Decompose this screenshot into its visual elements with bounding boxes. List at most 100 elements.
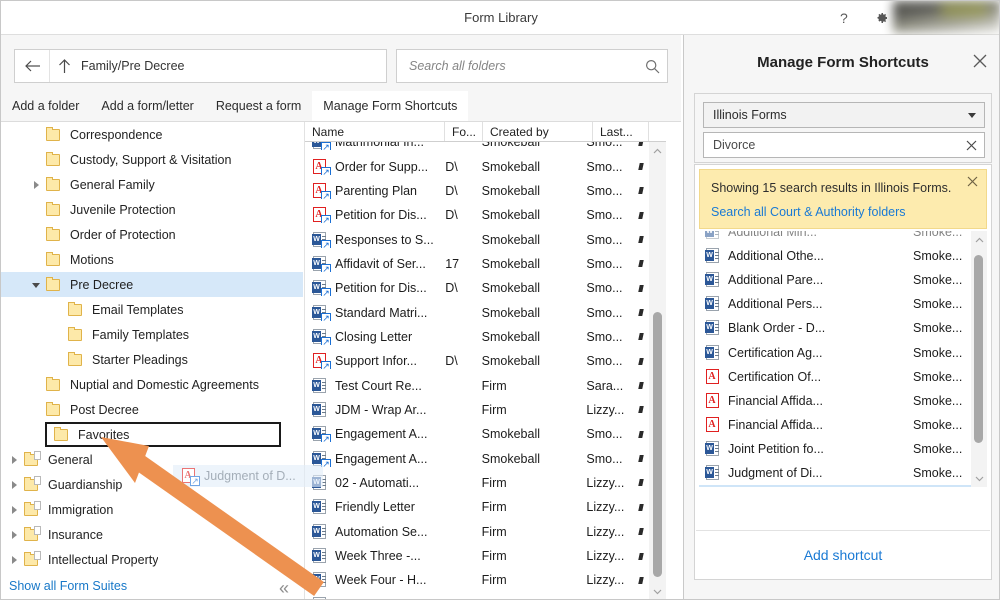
favorite-mark-icon[interactable]	[633, 284, 650, 292]
table-row[interactable]: W Engagement A... Smokeball Smo...	[305, 422, 650, 446]
table-row[interactable]: W Matrimonial In... Smokeball Smo...	[305, 142, 650, 154]
list-item[interactable]: W Additional Othe... Smoke...	[699, 244, 975, 268]
add-shortcut-link[interactable]: Add shortcut	[804, 547, 883, 563]
question-mark-icon[interactable]: ?	[837, 10, 851, 26]
list-item[interactable]: A Certification Of... Smoke...	[699, 365, 975, 389]
column-header-folder[interactable]: Fo...	[445, 122, 483, 141]
tree-item-email-templates[interactable]: Email Templates	[1, 297, 303, 322]
list-item[interactable]: W Additional Pare... Smoke...	[699, 268, 975, 292]
panel-search-input[interactable]	[704, 132, 958, 158]
table-row[interactable]: W JDM - Wrap Ar... Firm Lizzy...	[305, 398, 650, 422]
favorite-mark-icon[interactable]	[633, 309, 650, 317]
table-row[interactable]: W 02 - Automati... Firm Lizzy...	[305, 471, 650, 495]
tree-item-starter-pleadings[interactable]: Starter Pleadings	[1, 347, 303, 372]
up-arrow-icon[interactable]	[50, 50, 78, 82]
close-icon[interactable]	[967, 174, 978, 190]
chevron-right-icon[interactable]	[5, 505, 23, 514]
favorite-mark-icon[interactable]	[633, 479, 650, 487]
list-item[interactable]: W Judgment of Di... Smoke...	[699, 461, 975, 485]
list-item[interactable]: W Additional Pers... Smoke...	[699, 292, 975, 316]
tree-item-custody-support-visitation[interactable]: Custody, Support & Visitation	[1, 147, 303, 172]
tree-item-immigration[interactable]: Immigration	[1, 497, 303, 522]
table-row[interactable]: W Standard Matri... Smokeball Smo...	[305, 300, 650, 324]
search-all-court-authority-link[interactable]: Search all Court & Authority folders	[711, 205, 906, 219]
tree-item-guardianship[interactable]: Guardianship	[1, 472, 303, 497]
table-row[interactable]: A Petition for Dis... D\ Smokeball Smo...	[305, 203, 650, 227]
chevron-down-icon[interactable]	[27, 281, 45, 288]
list-item[interactable]: AJudgment of Di...Smoke...	[699, 485, 975, 487]
favorite-mark-icon[interactable]	[633, 503, 650, 511]
column-header-extra[interactable]	[649, 122, 666, 141]
column-header-name[interactable]: Name	[305, 122, 445, 141]
tree-item-family-templates[interactable]: Family Templates	[1, 322, 303, 347]
favorite-mark-icon[interactable]	[633, 260, 650, 268]
list-item[interactable]: A Financial Affida... Smoke...	[699, 413, 975, 437]
table-row[interactable]: W Petition for Dis... D\ Smokeball Smo...	[305, 276, 650, 300]
tree-item-favorites[interactable]: Favorites	[45, 422, 281, 447]
shortcut-results-list[interactable]: W Additional Min... Smoke... W Additional Ot…	[699, 231, 975, 487]
list-item[interactable]: W Certification Ag... Smoke...	[699, 340, 975, 364]
table-row[interactable]: A Support Infor... D\ Smokeball Smo...	[305, 349, 650, 373]
tree-item-general-family[interactable]: General Family	[1, 172, 303, 197]
gear-icon[interactable]	[873, 10, 889, 26]
chevron-right-icon[interactable]	[5, 455, 23, 464]
tree-item-motions[interactable]: Motions	[1, 247, 303, 272]
add-form-letter-button[interactable]: Add a form/letter	[90, 91, 204, 121]
chevron-right-icon[interactable]	[27, 180, 45, 189]
chevron-right-icon[interactable]	[5, 555, 23, 564]
favorite-mark-icon[interactable]	[633, 382, 650, 390]
favorite-mark-icon[interactable]	[633, 528, 650, 536]
results-scrollbar[interactable]	[971, 231, 987, 487]
back-arrow-icon[interactable]	[15, 50, 50, 82]
request-form-button[interactable]: Request a form	[205, 91, 312, 121]
folder-tree[interactable]: Correspondence Custody, Support & Visitat…	[1, 122, 303, 572]
chevron-right-icon[interactable]	[5, 480, 23, 489]
favorite-mark-icon[interactable]	[633, 211, 650, 219]
table-row[interactable]: W Closing Letter Smokeball Smo...	[305, 325, 650, 349]
scroll-down-icon[interactable]	[649, 583, 666, 599]
show-all-form-suites-link[interactable]: Show all Form Suites	[9, 579, 127, 593]
tree-item-correspondence[interactable]: Correspondence	[1, 122, 303, 147]
favorite-mark-icon[interactable]	[633, 236, 650, 244]
tree-item-insurance[interactable]: Insurance	[1, 522, 303, 547]
tree-item-post-decree[interactable]: Post Decree	[1, 397, 303, 422]
list-item[interactable]: A Financial Affida... Smoke...	[699, 389, 975, 413]
table-row[interactable]: W Automation Se... Firm Lizzy...	[305, 520, 650, 544]
search-icon[interactable]	[637, 59, 667, 74]
column-header-created-by[interactable]: Created by	[483, 122, 593, 141]
list-item[interactable]: W Joint Petition fo... Smoke...	[699, 437, 975, 461]
favorite-mark-icon[interactable]	[633, 187, 650, 195]
table-row[interactable]: A Order for Supp... D\ Smokeball Smo...	[305, 154, 650, 178]
table-row[interactable]: W Responses to S... Smokeball Smo...	[305, 227, 650, 251]
manage-form-shortcuts-button[interactable]: Manage Form Shortcuts	[312, 91, 469, 121]
favorite-mark-icon[interactable]	[633, 430, 650, 438]
column-header-last[interactable]: Last...	[593, 122, 649, 141]
tree-item-pre-decree[interactable]: Pre Decree	[1, 272, 303, 297]
favorite-mark-icon[interactable]	[633, 455, 650, 463]
file-list-body[interactable]: W Matrimonial In... Smokeball Smo... A Order …	[305, 142, 650, 599]
file-list-scrollbar[interactable]	[649, 142, 666, 599]
chevron-right-icon[interactable]	[5, 530, 23, 539]
table-row[interactable]: W Week Three -... Firm Lizzy...	[305, 544, 650, 568]
clear-icon[interactable]	[958, 140, 984, 151]
path-value[interactable]: Family/Pre Decree	[78, 59, 185, 73]
table-row[interactable]: W Week Four - H... Firm Lizzy...	[305, 568, 650, 592]
favorite-mark-icon[interactable]	[633, 357, 650, 365]
favorite-mark-icon[interactable]	[633, 552, 650, 560]
table-row[interactable]: W Engagement A... Smokeball Smo...	[305, 446, 650, 470]
favorite-mark-icon[interactable]	[633, 406, 650, 414]
tree-item-general[interactable]: General	[1, 447, 303, 472]
search-input[interactable]	[397, 50, 637, 82]
tree-item-intellectual-property[interactable]: Intellectual Property	[1, 547, 303, 572]
scroll-down-icon[interactable]	[971, 470, 987, 487]
favorite-mark-icon[interactable]	[633, 333, 650, 341]
tree-item-order-of-protection[interactable]: Order of Protection	[1, 222, 303, 247]
list-item[interactable]: W Additional Min... Smoke...	[699, 231, 975, 244]
list-item[interactable]: W Blank Order - D... Smoke...	[699, 316, 975, 340]
table-row[interactable]: W Friendly Letter Firm Lizzy...	[305, 495, 650, 519]
favorite-mark-icon[interactable]	[633, 163, 650, 171]
table-row[interactable]: WC6 - Assignme...FirmLizzy...	[305, 593, 650, 599]
form-suite-select[interactable]: Illinois Forms	[703, 102, 985, 128]
tree-item-nuptial-and-domestic-agreements[interactable]: Nuptial and Domestic Agreements	[1, 372, 303, 397]
add-folder-button[interactable]: Add a folder	[1, 91, 90, 121]
